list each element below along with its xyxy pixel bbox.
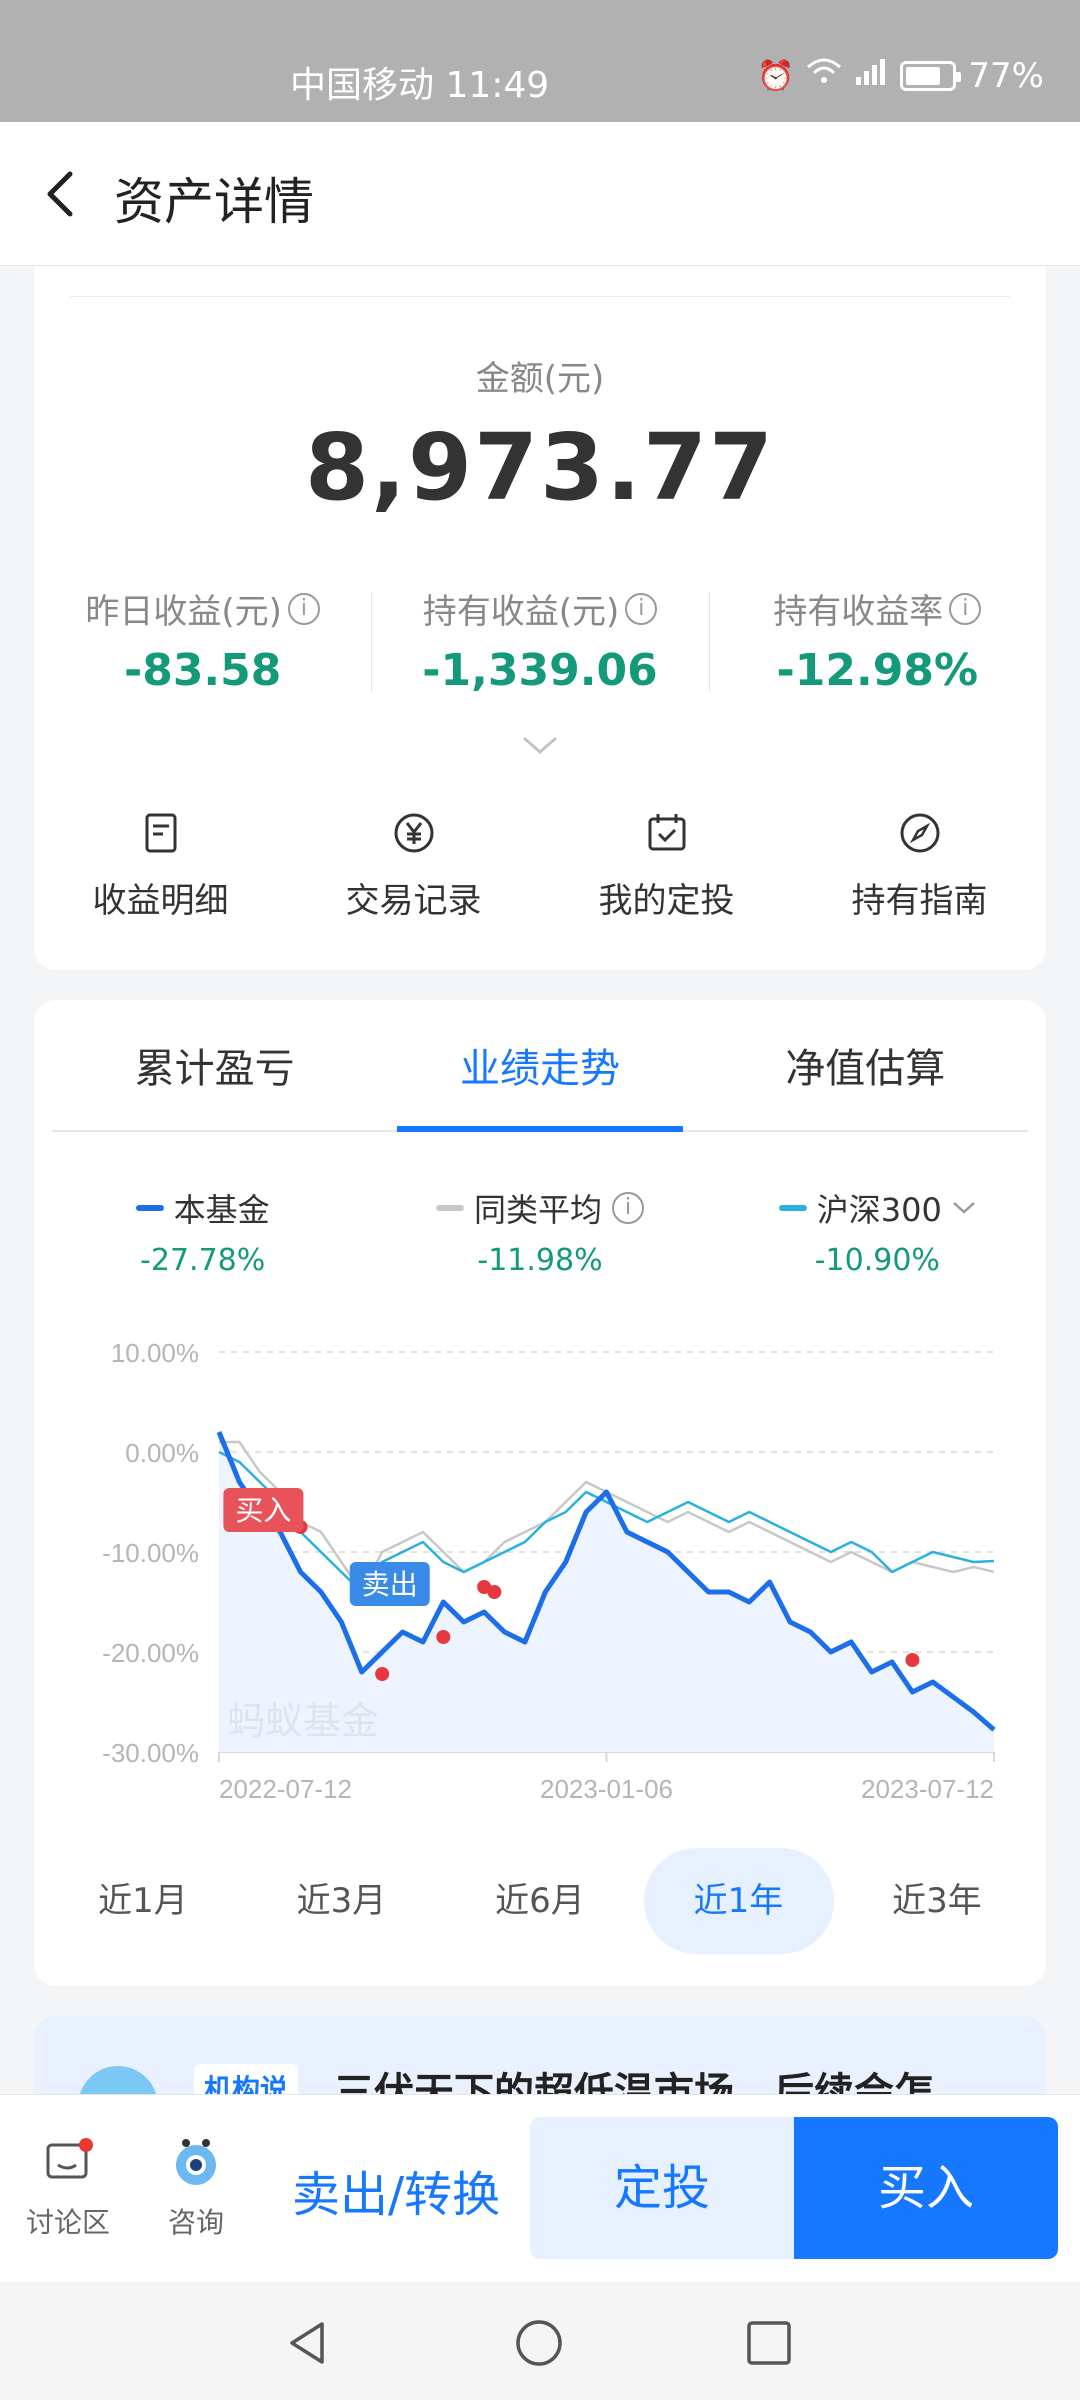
info-icon[interactable]: i: [949, 592, 982, 625]
stat-yesterday: 昨日收益(元) i -83.58: [34, 584, 371, 704]
stat-value: -83.58: [123, 645, 282, 696]
trade-dot: [375, 1667, 390, 1681]
document-icon: [145, 813, 176, 853]
asset-summary-card: 金额(元) 8,973.77 昨日收益(元) i -83.58 持有收益(元) i …: [34, 266, 1046, 970]
info-icon[interactable]: i: [625, 592, 658, 625]
action-label: 持有指南: [851, 881, 988, 921]
chevron-down-icon: [953, 1202, 975, 1214]
buy-button[interactable]: 买入: [794, 2117, 1058, 2259]
legend-benchmark[interactable]: 沪深300 -10.90%: [709, 1185, 1046, 1278]
range-3m[interactable]: 近3月: [247, 1848, 437, 1954]
legend-value: -27.78%: [140, 1243, 266, 1278]
y-tick-label: 10.00%: [111, 1338, 199, 1368]
chevron-down-icon[interactable]: [522, 736, 558, 756]
x-tick-label: 2023-07-12: [861, 1774, 994, 1804]
status-bar: 中国移动 11:49 ⏰ 77%: [0, 0, 1080, 122]
legend-label: 本基金: [173, 1191, 270, 1229]
consult-button[interactable]: 咨询: [168, 2137, 224, 2241]
trade-dot: [905, 1653, 920, 1667]
nav-recents-icon[interactable]: [744, 2318, 794, 2368]
amount-label: 金额(元): [475, 359, 605, 399]
legend-swatch: [778, 1205, 807, 1211]
x-tick-label: 2022-07-12: [219, 1774, 352, 1804]
y-tick-label: -30.00%: [102, 1738, 199, 1768]
bottom-action-bar: 讨论区 咨询 卖出/转换 定投 买入: [0, 2094, 1080, 2282]
sell-marker-label: 卖出: [362, 1568, 418, 1601]
chat-icon: [42, 2137, 94, 2189]
y-tick-label: 0.00%: [125, 1438, 199, 1468]
buy-marker-label: 买入: [235, 1494, 291, 1527]
range-3y[interactable]: 近3年: [842, 1848, 1032, 1954]
wifi-icon: [806, 57, 842, 95]
system-nav-bar: [0, 2282, 1080, 2400]
legend-swatch: [135, 1205, 164, 1211]
carrier-time: 中国移动 11:49: [290, 65, 550, 106]
action-my-dingtou[interactable]: 我的定投: [540, 811, 793, 922]
amount-value: 8,973.77: [305, 414, 775, 521]
discuss-button[interactable]: 讨论区: [26, 2137, 110, 2241]
earnings-stats: 昨日收益(元) i -83.58 持有收益(元) i -1,339.06 持有收益率…: [34, 584, 1046, 704]
legend-value: -10.90%: [814, 1243, 940, 1278]
action-label: 收益明细: [92, 881, 229, 921]
tab-performance-trend[interactable]: 业绩走势: [377, 1000, 702, 1132]
tab-cumulative[interactable]: 累计盈亏: [52, 1000, 377, 1130]
calendar-check-icon: [648, 814, 685, 851]
sell-convert-button[interactable]: 卖出/转换: [292, 2155, 500, 2225]
nav-home-icon[interactable]: [514, 2318, 564, 2368]
watermark: 蚂蚁基金: [227, 1699, 379, 1743]
back-arrow-icon[interactable]: [34, 166, 90, 222]
stat-value: -1,339.06: [422, 645, 658, 696]
stat-rate: 持有收益率 i -12.98%: [708, 584, 1046, 704]
action-label: 我的定投: [598, 881, 735, 921]
dingtou-button[interactable]: 定投: [530, 2117, 794, 2259]
performance-tabs: 累计盈亏 业绩走势 净值估算: [52, 1000, 1028, 1132]
chart-legend: 本基金 -27.78% 同类平均 i -11.98% 沪深300 -10.90%: [34, 1185, 1046, 1278]
legend-swatch: [435, 1205, 464, 1211]
divider: [70, 296, 1010, 297]
alarm-icon: ⏰: [757, 58, 795, 94]
x-tick-label: 2023-01-06: [540, 1774, 673, 1804]
legend-label: 沪深300: [816, 1191, 942, 1229]
nav-back-icon[interactable]: [282, 2318, 332, 2368]
performance-chart: 10.00% 0.00% -10.00% -20.00% -30.00% 2022-07-…: [102, 1338, 996, 1804]
y-tick-label: -10.00%: [102, 1538, 199, 1568]
stat-value: -12.98%: [776, 645, 979, 696]
battery-icon: [900, 61, 962, 91]
trade-dot: [487, 1585, 502, 1599]
trade-dot: [436, 1630, 451, 1644]
y-tick-label: -20.00%: [102, 1638, 199, 1668]
info-icon[interactable]: i: [612, 1192, 644, 1224]
action-holding-guide[interactable]: 持有指南: [793, 811, 1046, 922]
action-label: 交易记录: [345, 881, 482, 921]
performance-card: 累计盈亏 业绩走势 净值估算 本基金 -27.78% 同类平均 i -11.98%…: [34, 1000, 1046, 1986]
header: 资产详情: [0, 122, 1080, 266]
legend-value: -11.98%: [477, 1243, 603, 1278]
info-icon[interactable]: i: [287, 592, 320, 625]
stat-label: 持有收益(元): [422, 592, 620, 632]
legend-peer-average: 同类平均 i -11.98%: [371, 1185, 708, 1278]
battery-percent: 77%: [968, 56, 1044, 96]
discuss-label: 讨论区: [26, 2206, 111, 2239]
tab-nav-estimate[interactable]: 净值估算: [703, 1000, 1028, 1130]
action-earnings-detail[interactable]: 收益明细: [34, 811, 287, 922]
status-icons: ⏰ 77%: [757, 56, 1044, 96]
stat-label: 持有收益率: [773, 592, 944, 632]
legend-label: 同类平均: [473, 1191, 602, 1229]
stat-holding: 持有收益(元) i -1,339.06: [371, 584, 708, 704]
page-title: 资产详情: [114, 173, 314, 231]
range-selector: 近1月 近3月 近6月 近1年 近3年: [34, 1848, 1046, 1954]
range-1y[interactable]: 近1年: [643, 1848, 834, 1954]
assistant-icon: [170, 2137, 222, 2189]
yuan-icon: [394, 813, 433, 853]
compass-icon: [900, 813, 939, 853]
quick-actions: 收益明细 交易记录 我的定投 持有指南: [34, 811, 1046, 922]
consult-label: 咨询: [168, 2206, 225, 2239]
stat-label: 昨日收益(元): [85, 592, 282, 632]
range-1m[interactable]: 近1月: [48, 1848, 238, 1954]
range-6m[interactable]: 近6月: [445, 1848, 635, 1954]
legend-fund: 本基金 -27.78%: [34, 1185, 371, 1278]
action-trade-records[interactable]: 交易记录: [287, 811, 540, 922]
signal-icon: [854, 57, 888, 95]
